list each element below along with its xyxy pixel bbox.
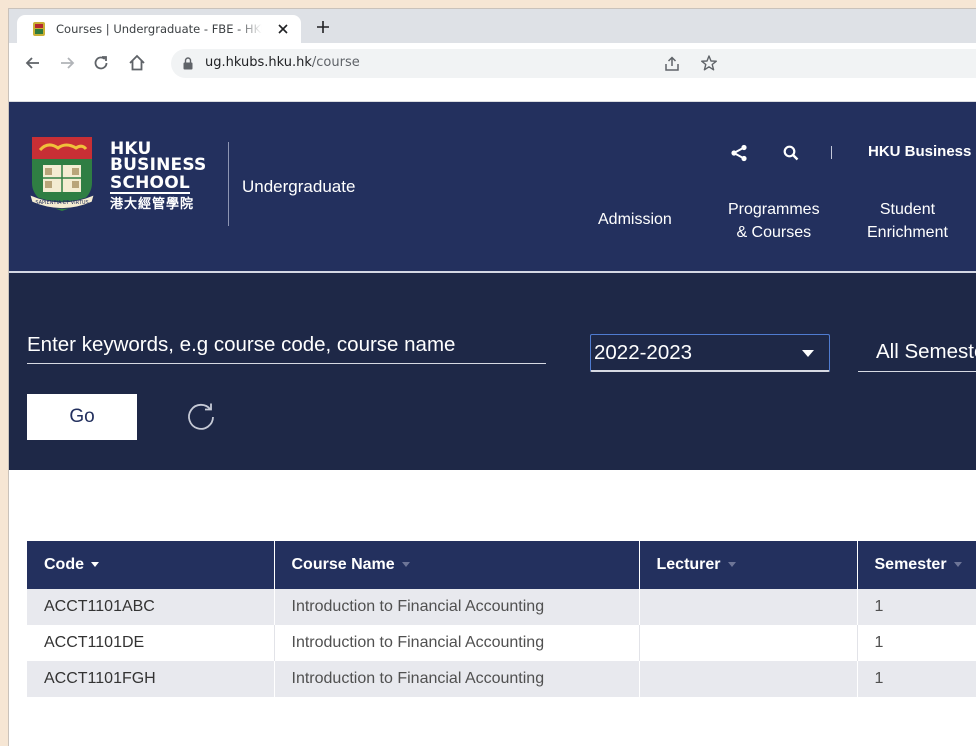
semester-cell: 1 <box>857 625 976 661</box>
nav-admission[interactable]: Admission <box>598 208 672 231</box>
brand-wordmark[interactable]: HKU BUSINESS SCHOOL 港大經管學院 <box>110 141 207 213</box>
sort-icon <box>401 562 410 568</box>
search-icon[interactable] <box>783 145 799 161</box>
address-bar[interactable]: ug.hkubs.hku.hk/course <box>171 49 976 78</box>
back-arrow-icon[interactable] <box>23 53 43 73</box>
nav-enrichment-label-1: Student <box>879 201 936 218</box>
academic-year-select[interactable]: 2022-2023 <box>590 334 830 372</box>
course-code-cell[interactable]: ACCT1101ABC <box>27 589 275 625</box>
semester-value: All Semesters <box>876 340 976 363</box>
hku-business-school-link[interactable]: HKU Business School <box>868 143 976 160</box>
tab-strip: Courses | Undergraduate - FBE - HKU <box>9 9 976 43</box>
course-table: Code Course Name Lecturer Semester ACCT1… <box>27 541 976 697</box>
lecturer-cell <box>639 625 858 661</box>
nav-enrichment-label-2: Enrichment <box>867 224 948 241</box>
go-button[interactable]: Go <box>27 394 137 440</box>
tab-title: Courses | Undergraduate - FBE - HKU <box>56 22 262 36</box>
nav-programmes-label-1: Programmes <box>728 201 820 218</box>
table-header-row: Code Course Name Lecturer Semester <box>27 541 976 589</box>
lock-icon <box>183 57 193 70</box>
sort-desc-icon <box>91 562 99 568</box>
forward-arrow-icon[interactable] <box>57 53 77 73</box>
course-name-cell: Introduction to Financial Accounting <box>274 625 640 661</box>
column-header-code[interactable]: Code <box>27 541 275 589</box>
table-row[interactable]: ACCT1101ABC Introduction to Financial Ac… <box>27 589 976 625</box>
column-header-lecturer[interactable]: Lecturer <box>639 541 858 589</box>
semester-select[interactable]: All Semesters <box>858 334 976 372</box>
close-tab-icon[interactable] <box>275 21 291 37</box>
nav-admission-label: Admission <box>598 211 672 228</box>
semester-cell: 1 <box>857 589 976 625</box>
brand-chinese-name: 港大經管學院 <box>110 197 195 212</box>
crest-motto: SAPIENTIA ET VIRTUS <box>35 200 88 206</box>
brand-divider <box>228 142 229 226</box>
bookmark-star-icon[interactable] <box>700 54 718 72</box>
column-header-course-name[interactable]: Course Name <box>274 541 640 589</box>
share-icon[interactable] <box>730 144 748 162</box>
academic-year-value: 2022-2023 <box>594 341 693 364</box>
lecturer-cell <box>639 589 858 625</box>
chevron-down-icon <box>802 350 814 357</box>
browser-toolbar: ug.hkubs.hku.hk/course <box>9 43 976 102</box>
url-text: ug.hkubs.hku.hk/course <box>205 55 360 70</box>
reload-icon[interactable] <box>91 53 111 73</box>
table-row[interactable]: ACCT1101FGH Introduction to Financial Ac… <box>27 661 976 697</box>
brand-line-school: SCHOOL <box>110 173 190 194</box>
site-subtitle: Undergraduate <box>242 177 356 196</box>
sort-icon <box>953 562 962 568</box>
table-row[interactable]: ACCT1101DE Introduction to Financial Acc… <box>27 625 976 661</box>
sort-icon <box>727 562 736 568</box>
site-header: SAPIENTIA ET VIRTUS HKU BUSINESS SCHOOL … <box>9 102 976 272</box>
share-page-icon[interactable] <box>663 55 681 73</box>
browser-window: Courses | Undergraduate - FBE - HKU ug.h… <box>8 8 976 746</box>
nav-student-enrichment[interactable]: Student Enrichment <box>867 198 948 244</box>
lecturer-cell <box>639 661 858 697</box>
new-tab-icon[interactable] <box>315 19 331 35</box>
nav-programmes-courses[interactable]: Programmes & Courses <box>728 198 820 244</box>
course-name-cell: Introduction to Financial Accounting <box>274 661 640 697</box>
hku-crest-logo[interactable]: SAPIENTIA ET VIRTUS <box>30 135 94 213</box>
home-icon[interactable] <box>127 53 147 73</box>
course-name-cell: Introduction to Financial Accounting <box>274 589 640 625</box>
column-header-semester[interactable]: Semester <box>857 541 976 589</box>
course-code-cell[interactable]: ACCT1101DE <box>27 625 275 661</box>
browser-tab-active[interactable]: Courses | Undergraduate - FBE - HKU <box>17 15 301 43</box>
hku-favicon-icon <box>33 22 45 36</box>
utility-separator <box>831 146 832 159</box>
nav-programmes-label-2: & Courses <box>736 224 812 241</box>
course-search-panel: 2022-2023 All Semesters Go <box>9 273 976 470</box>
reset-refresh-icon[interactable] <box>183 399 219 435</box>
brand-line-business: BUSINESS <box>110 155 207 175</box>
keyword-search-input[interactable] <box>27 326 546 364</box>
course-code-cell[interactable]: ACCT1101FGH <box>27 661 275 697</box>
semester-cell: 1 <box>857 661 976 697</box>
